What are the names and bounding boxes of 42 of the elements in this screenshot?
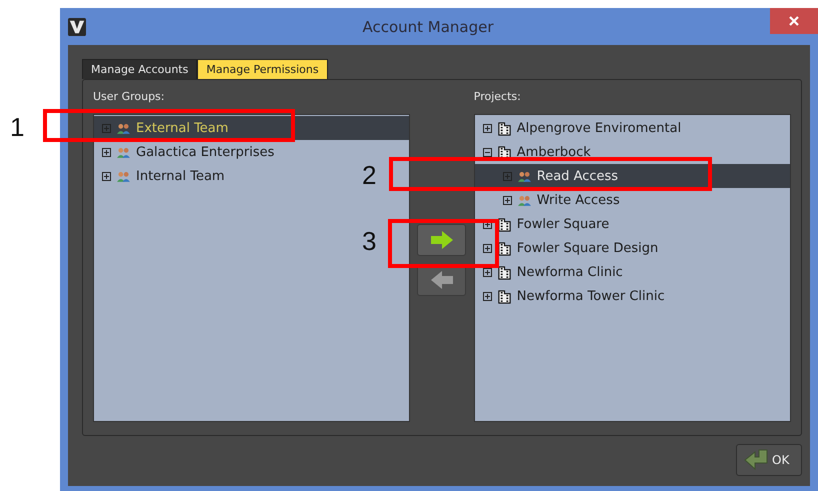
building-icon xyxy=(496,264,512,280)
tree-item[interactable]: Fowler Square Design xyxy=(474,236,662,260)
expand-icon xyxy=(502,196,512,204)
expand-icon xyxy=(482,148,492,156)
callout-number: 3 xyxy=(362,226,376,257)
tree-item[interactable]: Write Access xyxy=(474,188,624,212)
list-label: Projects: xyxy=(474,90,522,105)
logo-icon xyxy=(68,18,86,36)
tree-item[interactable]: Fowler Square xyxy=(474,212,614,236)
tree-item[interactable]: Read Access xyxy=(474,164,790,188)
window-title: Account Manager xyxy=(361,18,495,36)
list-label: User Groups: xyxy=(93,90,166,105)
close-icon xyxy=(788,15,800,27)
expand-icon xyxy=(482,292,492,300)
tree-item[interactable]: Galactica Enterprises xyxy=(94,140,278,164)
tab[interactable]: Manage Permissions xyxy=(197,59,328,79)
expand-icon xyxy=(102,172,111,180)
return-arrow-icon xyxy=(743,449,769,471)
tab[interactable]: Manage Accounts xyxy=(82,59,198,79)
expand-icon xyxy=(502,172,512,180)
close-button[interactable] xyxy=(770,8,818,34)
expand-icon xyxy=(482,124,492,132)
building-icon xyxy=(496,288,512,304)
building-icon xyxy=(496,216,512,232)
tree-item[interactable]: Newforma Tower Clinic xyxy=(474,284,669,308)
tree-item[interactable]: Alpengrove Enviromental xyxy=(474,116,686,140)
callout-number: 1 xyxy=(10,112,24,143)
building-icon xyxy=(496,120,512,136)
callout-number: 2 xyxy=(362,160,376,191)
tree-item[interactable]: External Team xyxy=(94,116,410,140)
add-button[interactable] xyxy=(417,224,466,256)
expand-icon xyxy=(482,268,492,276)
expand-icon xyxy=(482,244,492,252)
building-icon xyxy=(496,240,512,256)
right-arrow-icon xyxy=(430,230,454,250)
tree-item[interactable]: Newforma Clinic xyxy=(474,260,627,284)
tree-item[interactable]: Amberbock xyxy=(474,140,595,164)
expand-icon xyxy=(102,148,111,156)
ok-button[interactable]: OK xyxy=(736,444,802,476)
tree-item[interactable]: Internal Team xyxy=(94,164,229,188)
left-arrow-icon xyxy=(430,270,454,290)
expand-icon xyxy=(102,124,111,132)
